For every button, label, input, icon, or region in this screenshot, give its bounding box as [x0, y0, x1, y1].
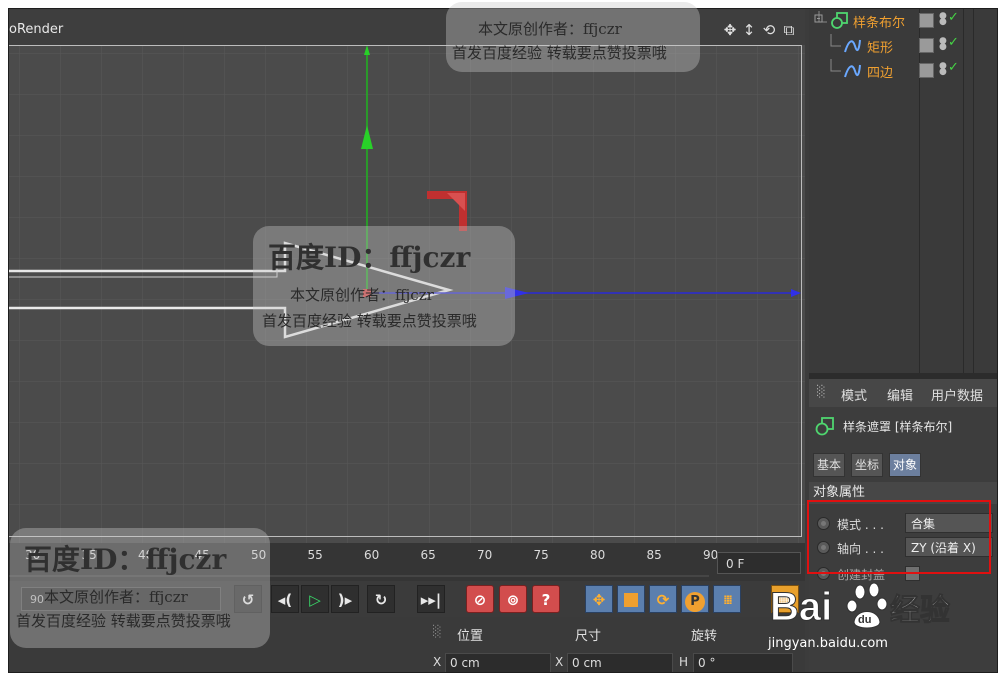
position-x-field[interactable]: 0 cm [445, 653, 551, 672]
svg-text:Bai: Bai [770, 585, 832, 629]
axis-label: X [433, 655, 442, 669]
move-view-icon[interactable]: ✥ [721, 21, 739, 39]
baidu-jingyan-logo: Bai du 经验 [768, 576, 988, 640]
watermark-id-center: 百度ID：ffjczr [268, 241, 471, 274]
move-key-icon[interactable]: ✥ [585, 585, 613, 613]
menu-edit[interactable]: 编辑 [887, 385, 913, 404]
tab-basic[interactable]: 基本 [813, 453, 846, 477]
enabled-check-icon[interactable]: ✓ [948, 35, 959, 50]
viewport-title: oRender [9, 22, 64, 37]
layer-tag-icon[interactable] [919, 63, 934, 78]
rotate-view-icon[interactable]: ⟲ [760, 21, 778, 39]
object-name: 矩形 [867, 41, 894, 56]
object-name: 四边 [867, 66, 894, 81]
timeline-tick-label: 90 [703, 548, 719, 562]
record-key-icon[interactable]: ⊘ [466, 585, 494, 613]
param-key-icon[interactable]: P [681, 585, 709, 613]
dolly-icon[interactable]: ↕ [740, 21, 758, 39]
timeline-tick-label: 80 [590, 548, 606, 562]
layer-tag-icon[interactable] [919, 13, 934, 28]
watermark-author-top: 本文原创作者：ffjczr [478, 20, 622, 38]
object-row-quad[interactable]: 四边 ● ● ✓ [809, 59, 997, 83]
timeline-tick-label: 85 [646, 548, 662, 562]
watermark-share-left: 首发百度经验 转载要点赞投票哦 [16, 612, 231, 630]
watermark-author-center: 本文原创作者：ffjczr [290, 286, 434, 304]
visibility-dots-icon[interactable]: ● ● [939, 37, 947, 52]
menu-mode[interactable]: 模式 [841, 385, 867, 404]
object-row-rectangle[interactable]: 矩形 ● ● ✓ [809, 34, 997, 58]
menu-user-data[interactable]: 用户数据 [931, 385, 983, 404]
baidu-url: jingyan.baidu.com [768, 636, 888, 651]
spline-mask-icon [815, 417, 834, 436]
timeline-tick-label: 60 [364, 548, 380, 562]
current-frame-field[interactable]: 0 F [717, 552, 801, 574]
keyframe-help-icon[interactable]: ? [532, 585, 560, 613]
timeline-tick-label: 70 [477, 548, 493, 562]
drag-handle-icon[interactable]: ░ [817, 385, 825, 398]
svg-text:du: du [858, 614, 871, 626]
svg-text:经验: 经验 [890, 593, 950, 628]
object-manager: 样条布尔 ● ● ✓ 矩形 ● ● ✓ 四边 ● ● ✓ [809, 9, 997, 373]
object-row-spline-mask[interactable]: 样条布尔 ● ● ✓ [809, 9, 997, 33]
drag-handle-icon[interactable]: ░ [433, 625, 441, 638]
tab-coord[interactable]: 坐标 [851, 453, 884, 477]
grid-key-icon[interactable]: ⁞⁞⁞ [713, 585, 741, 613]
timeline-tick-label: 55 [307, 548, 323, 562]
object-title: 样条遮罩 [样条布尔] [843, 420, 953, 434]
visibility-dots-icon[interactable]: ● ● [939, 12, 947, 27]
scale-key-icon[interactable] [617, 585, 645, 613]
size-header: 尺寸 [575, 629, 602, 644]
step-back-icon[interactable]: ◂( [271, 585, 299, 613]
watermark-share-top: 首发百度经验 转载要点赞投票哦 [452, 44, 667, 62]
object-name: 样条布尔 [853, 16, 906, 31]
position-header: 位置 [457, 629, 484, 644]
visibility-dots-icon[interactable]: ● ● [939, 62, 947, 77]
go-to-end-icon[interactable]: ▸▸| [417, 585, 445, 613]
watermark-author-left: 本文原创作者：ffjczr [44, 588, 188, 606]
enabled-check-icon[interactable]: ✓ [948, 60, 959, 75]
timeline-tick-label: 65 [420, 548, 436, 562]
layer-tag-icon[interactable] [919, 38, 934, 53]
enabled-check-icon[interactable]: ✓ [948, 10, 959, 25]
object-tags: ● ● ✓ [919, 10, 963, 28]
tab-object[interactable]: 对象 [889, 453, 922, 477]
axis-label: X [555, 655, 564, 669]
watermark-share-center: 首发百度经验 转载要点赞投票哦 [262, 312, 477, 330]
spline-icon [844, 39, 861, 53]
step-forward-icon[interactable]: )▸ [331, 585, 359, 613]
watermark-id-left: 百度ID：ffjczr [24, 543, 227, 576]
spline-mask-icon [831, 12, 848, 29]
timeline-tick-label: 75 [533, 548, 549, 562]
maximize-icon[interactable]: ⧉ [780, 21, 798, 39]
auto-key-icon[interactable]: ⊚ [499, 585, 527, 613]
highlight-box [807, 500, 991, 574]
attribute-menubar: ░ 模式 编辑 用户数据 [809, 379, 997, 407]
rotation-h-field[interactable]: 0 ° [693, 653, 793, 672]
object-tags: ● ● ✓ [919, 60, 963, 78]
loop-icon[interactable]: ↻ [367, 585, 395, 613]
size-x-field[interactable]: 0 cm [567, 653, 673, 672]
object-tags: ● ● ✓ [919, 35, 963, 53]
rotate-key-icon[interactable]: ⟳ [649, 585, 677, 613]
axis-label: H [679, 655, 689, 669]
rotation-header: 旋转 [691, 629, 718, 644]
play-icon[interactable]: ▷ [301, 585, 329, 613]
baidu-paw-logo-icon: Bai du 经验 [770, 582, 951, 630]
spline-icon [844, 64, 861, 78]
